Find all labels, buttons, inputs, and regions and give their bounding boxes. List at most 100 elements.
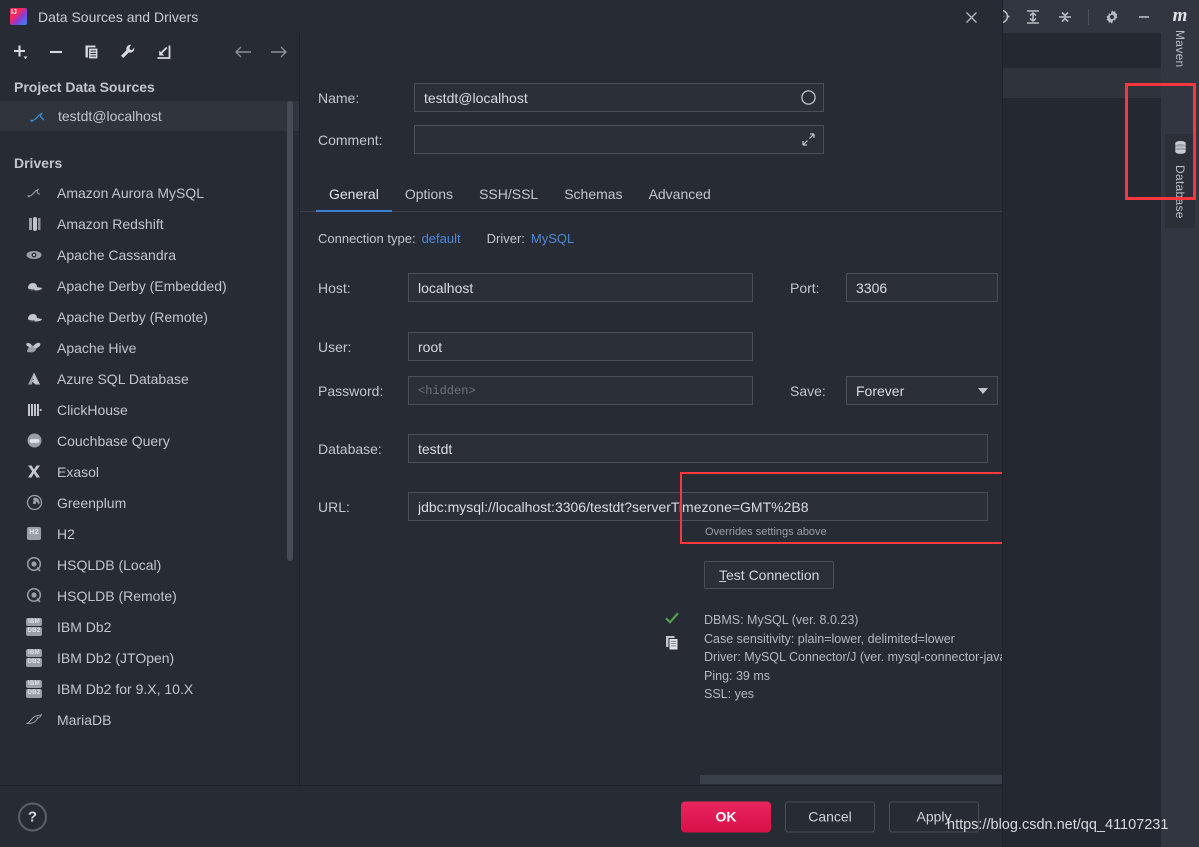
ok-button[interactable]: OK <box>681 801 771 832</box>
driver-item[interactable]: IBM DB2 IBM Db2 for 9.X, 10.X <box>0 673 299 704</box>
arrow-left-icon[interactable] <box>233 42 253 62</box>
cancel-button[interactable]: Cancel <box>785 801 875 832</box>
settings-tabs: General Options SSH/SSL Schemas Advanced <box>300 177 1002 212</box>
circle-icon[interactable] <box>798 88 818 108</box>
ibm-db2-badge-icon: IBM DB2 <box>24 648 44 668</box>
tab-ssh-ssl[interactable]: SSH/SSL <box>466 186 551 211</box>
ibm-badge-text: IBM <box>26 649 43 658</box>
database-input[interactable] <box>408 434 988 463</box>
driver-item[interactable]: ClickHouse <box>0 394 299 425</box>
driver-label: Couchbase Query <box>57 433 170 449</box>
data-source-label: testdt@localhost <box>58 108 162 124</box>
result-line: DBMS: MySQL (ver. 8.0.23) <box>704 611 1002 630</box>
ibm-db2-badge-icon: IBM DB2 <box>24 617 44 637</box>
data-source-item-testdt[interactable]: testdt@localhost <box>0 101 299 131</box>
driver-item[interactable]: Apache Hive <box>0 332 299 363</box>
result-line: Driver: MySQL Connector/J (ver. mysql-co… <box>704 648 1002 667</box>
wrench-icon[interactable] <box>118 42 138 62</box>
form-horizontal-scrollbar[interactable] <box>700 775 1002 784</box>
driver-label: Apache Cassandra <box>57 247 176 263</box>
port-label: Port: <box>790 280 846 296</box>
tab-options[interactable]: Options <box>392 186 466 211</box>
connection-type-value[interactable]: default <box>422 231 461 246</box>
left-pane-list: Project Data Sources testdt@localhost Dr… <box>0 71 299 785</box>
driver-item[interactable]: Azure SQL Database <box>0 363 299 394</box>
minus-icon[interactable] <box>46 42 66 62</box>
apply-mnemonic: A <box>916 809 925 825</box>
driver-item[interactable]: Greenplum <box>0 487 299 518</box>
result-line: Case sensitivity: plain=lower, delimited… <box>704 630 1002 649</box>
expand-diagonal-icon[interactable] <box>798 130 818 150</box>
exasol-x-icon <box>24 462 44 482</box>
tab-advanced[interactable]: Advanced <box>636 186 724 211</box>
host-input[interactable] <box>408 273 753 302</box>
url-input[interactable] <box>408 492 988 521</box>
comment-input[interactable] <box>414 125 824 154</box>
driver-item[interactable]: MariaDB <box>0 704 299 735</box>
driver-label: HSQLDB (Local) <box>57 557 161 573</box>
result-line: Ping: 39 ms <box>704 667 1002 686</box>
test-connection-result: DBMS: MySQL (ver. 8.0.23) Case sensitivi… <box>704 611 1002 704</box>
driver-item[interactable]: H2 H2 <box>0 518 299 549</box>
question-mark-icon[interactable]: ? <box>18 802 47 831</box>
derby-hat-icon <box>24 307 44 327</box>
driver-label: HSQLDB (Remote) <box>57 588 177 604</box>
project-data-sources-title: Project Data Sources <box>0 71 299 101</box>
name-input[interactable] <box>414 83 824 112</box>
driver-item[interactable]: Amazon Redshift <box>0 208 299 239</box>
tool-window-tab-maven[interactable]: m Maven <box>1165 0 1195 78</box>
apply-button[interactable]: Apply <box>889 801 979 832</box>
tab-schemas[interactable]: Schemas <box>551 186 635 211</box>
hsqldb-icon <box>24 555 44 575</box>
copy-icon[interactable] <box>82 42 102 62</box>
driver-item[interactable]: Amazon Aurora MySQL <box>0 177 299 208</box>
hsqldb-icon <box>24 586 44 606</box>
password-label: Password: <box>318 383 408 399</box>
comment-label: Comment: <box>318 132 414 148</box>
test-connection-button[interactable]: Test Connection <box>704 561 834 589</box>
import-arrow-icon[interactable] <box>154 42 174 62</box>
driver-item[interactable]: Couchbase Query <box>0 425 299 456</box>
driver-item[interactable]: IBM DB2 IBM Db2 (JTOpen) <box>0 642 299 673</box>
driver-label: IBM Db2 <box>57 619 111 635</box>
tool-window-tab-database[interactable]: Database <box>1165 134 1195 229</box>
password-input[interactable] <box>408 376 753 405</box>
driver-item[interactable]: IBM DB2 IBM Db2 <box>0 611 299 642</box>
driver-item[interactable]: HSQLDB (Remote) <box>0 580 299 611</box>
close-icon[interactable] <box>960 6 982 28</box>
arrow-right-icon[interactable] <box>269 42 289 62</box>
driver-label: Apache Hive <box>57 340 136 356</box>
data-sources-left-pane: Project Data Sources testdt@localhost Dr… <box>0 33 300 785</box>
copy-icon[interactable] <box>665 635 680 656</box>
settings-gear-icon[interactable] <box>1103 8 1121 26</box>
plus-icon[interactable] <box>10 42 30 62</box>
data-sources-dialog: Data Sources and Drivers <box>0 0 1003 847</box>
driver-value[interactable]: MySQL <box>531 231 574 246</box>
driver-item[interactable]: Apache Derby (Embedded) <box>0 270 299 301</box>
clickhouse-bars-icon <box>24 400 44 420</box>
h2-badge-icon: H2 <box>24 524 44 544</box>
intellij-idea-logo <box>10 8 27 25</box>
driver-item[interactable]: HSQLDB (Local) <box>0 549 299 580</box>
driver-label: Amazon Aurora MySQL <box>57 185 204 201</box>
driver-item[interactable]: Apache Cassandra <box>0 239 299 270</box>
connection-type-label: Connection type: <box>318 231 416 246</box>
user-input[interactable] <box>408 332 753 361</box>
driver-item[interactable]: Apache Derby (Remote) <box>0 301 299 332</box>
tool-window-tab-label: Maven <box>1173 30 1187 68</box>
driver-label: ClickHouse <box>57 402 128 418</box>
left-pane-scrollbar[interactable] <box>287 101 293 561</box>
result-line: SSL: yes <box>704 685 1002 704</box>
driver-item[interactable]: Exasol <box>0 456 299 487</box>
port-input[interactable] <box>846 273 998 302</box>
tab-general[interactable]: General <box>316 186 392 211</box>
db2-badge-text: DB2 <box>26 627 43 636</box>
dialog-title-bar: Data Sources and Drivers <box>0 0 1002 33</box>
db2-badge-text: DB2 <box>26 658 43 667</box>
driver-label: Amazon Redshift <box>57 216 164 232</box>
expand-all-icon[interactable] <box>1024 8 1042 26</box>
drivers-title: Drivers <box>0 131 299 177</box>
save-select[interactable]: Forever <box>846 376 998 405</box>
minimize-icon[interactable] <box>1135 8 1153 26</box>
collapse-all-icon[interactable] <box>1056 8 1074 26</box>
